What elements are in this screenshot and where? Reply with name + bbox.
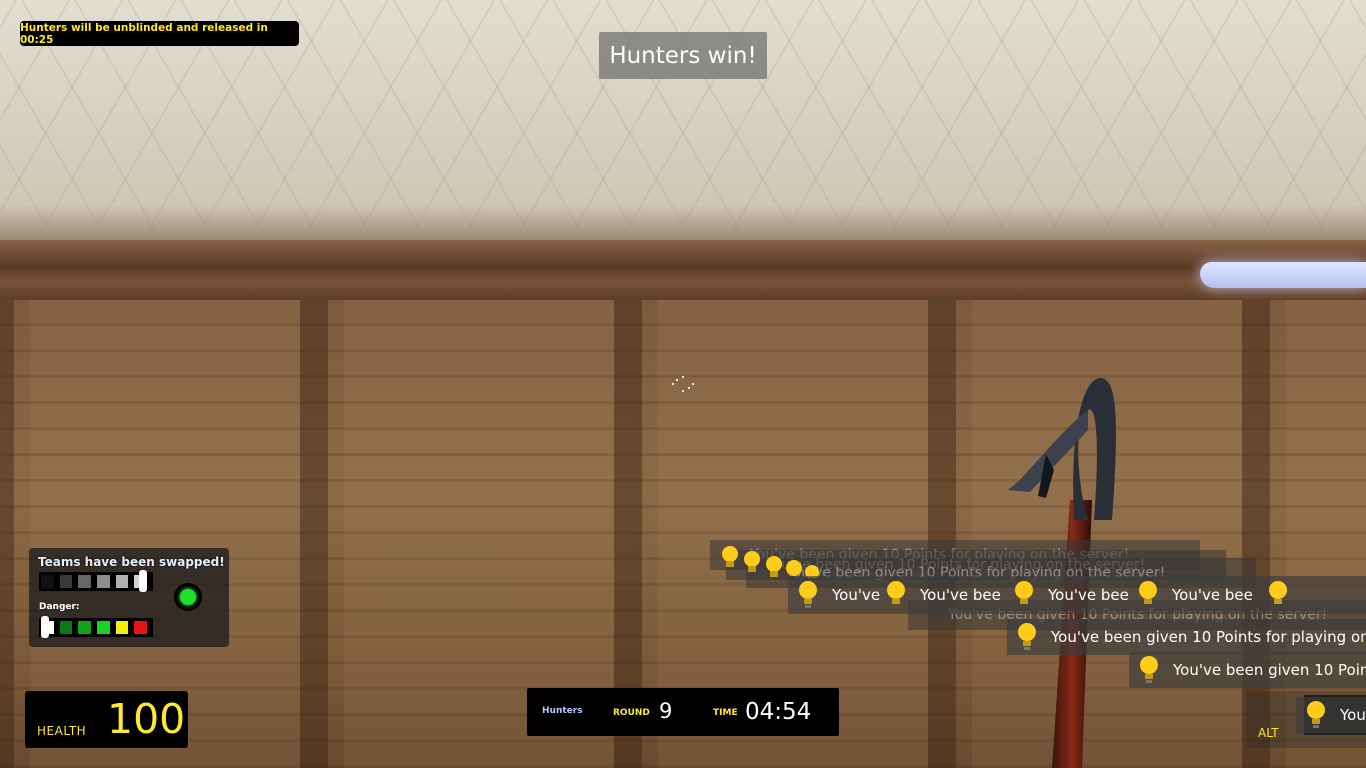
- notification-text: You've been given 10 Points for playing …: [1340, 706, 1366, 724]
- danger-cell: [78, 621, 92, 634]
- stealth-cell: [78, 575, 92, 588]
- danger-meter-knob: [41, 616, 49, 638]
- stealth-cell: [115, 575, 129, 588]
- health-label: HEALTH: [37, 724, 87, 738]
- danger-cell: [97, 621, 110, 634]
- danger-meter: [39, 616, 153, 638]
- notification-row: You've been given 10 Points for playing …: [1296, 697, 1366, 733]
- danger-cell: [59, 621, 73, 634]
- release-countdown-text: Hunters will be unblinded and released i…: [20, 21, 268, 46]
- notification-row: You've been given 10 Points for playing …: [1007, 619, 1366, 655]
- lightbulb-icon: [1018, 623, 1036, 650]
- stealth-meter-knob: [139, 570, 147, 592]
- stealth-cell: [97, 575, 110, 588]
- round-value: 9: [659, 699, 673, 723]
- alt-key-label: ALT: [1258, 726, 1279, 740]
- notification-row: You've been given 10 Points for playing …: [1129, 652, 1366, 688]
- lightbulb-icon: [1269, 581, 1287, 604]
- lightbulb-icon: [1140, 656, 1158, 683]
- round-label: ROUND: [613, 708, 650, 718]
- notification-text: You've bee: [920, 586, 1001, 604]
- teams-swapped-message: Teams have been swapped!: [38, 555, 225, 569]
- notification-text: You've bee: [1048, 586, 1129, 604]
- lightbulb-icon: [1307, 701, 1325, 728]
- health-value: 100: [107, 695, 186, 743]
- crowbar-viewmodel: [1008, 378, 1116, 768]
- notification-text: You've been given 10 Points for playing …: [1173, 661, 1366, 679]
- stealth-danger-panel: Teams have been swapped! Danger:: [29, 548, 229, 647]
- notification-text: You've been given 10 Points for playing …: [1051, 628, 1366, 646]
- team-name: Hunters: [542, 706, 583, 716]
- green-led-icon: [180, 589, 196, 605]
- lightbulb-icon: [1015, 581, 1033, 604]
- danger-label: Danger:: [39, 602, 80, 612]
- time-value: 04:54: [745, 699, 812, 725]
- stealth-cell: [41, 575, 54, 588]
- wall-molding: [0, 240, 1366, 300]
- lightbulb-icon: [887, 581, 905, 604]
- notification-text: You've bee: [1172, 586, 1253, 604]
- time-label: TIME: [713, 708, 738, 718]
- round-info-bar: Hunters ROUND 9 TIME 04:54: [527, 688, 839, 736]
- danger-cell: [134, 621, 148, 634]
- notification-text: You've: [832, 586, 881, 604]
- stealth-meter: [39, 570, 153, 592]
- round-result-banner: Hunters win!: [599, 32, 767, 79]
- wall-lamp-light: [1200, 262, 1366, 288]
- release-countdown-notice: Hunters will be unblinded and released i…: [20, 21, 299, 46]
- health-display: HEALTH 100: [25, 691, 188, 748]
- lightbulb-icon: [799, 581, 817, 608]
- lightbulb-icon: [1139, 581, 1157, 604]
- notification-row: You've You've bee You've bee You've bee: [788, 576, 1366, 614]
- stealth-cell: [59, 575, 73, 588]
- status-indicator-light: [174, 583, 202, 611]
- round-result-text: Hunters win!: [609, 42, 757, 69]
- crosshair: [672, 376, 694, 392]
- danger-cell: [115, 621, 129, 634]
